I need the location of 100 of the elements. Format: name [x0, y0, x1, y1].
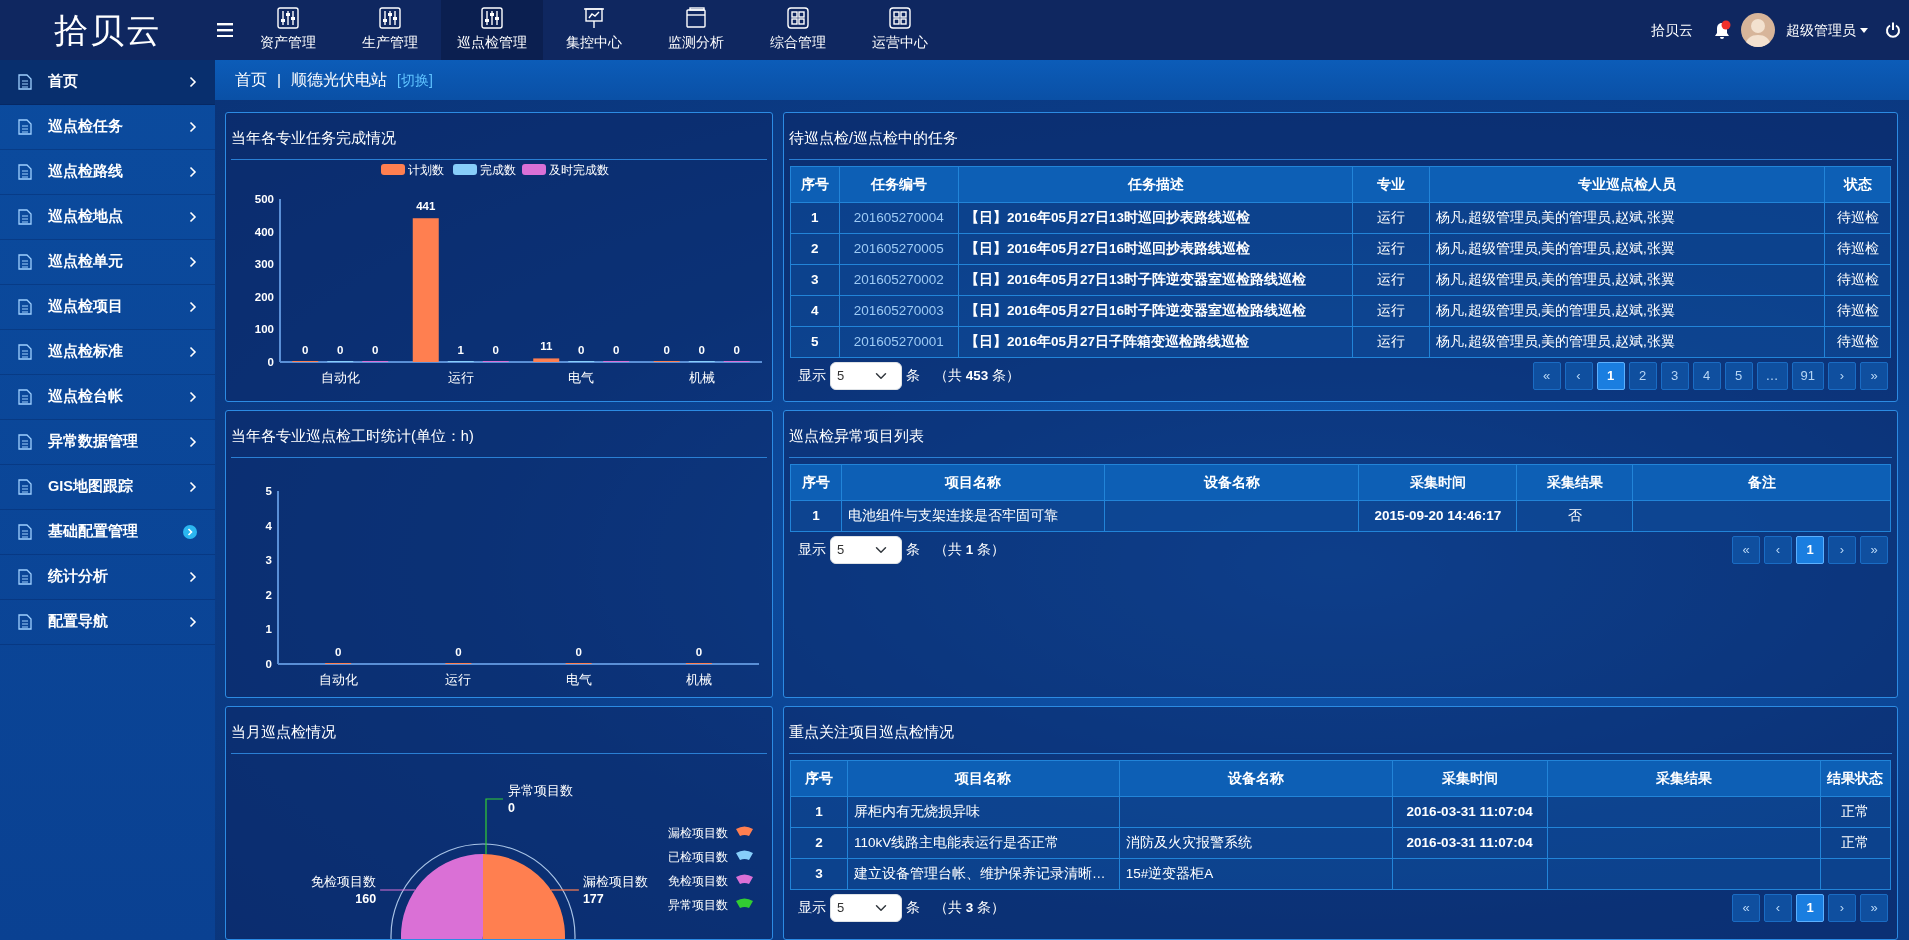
user-menu[interactable]: 超级管理员 — [1785, 18, 1869, 42]
sidebar-item[interactable]: 异常数据管理 — [0, 420, 215, 465]
sidebar-item[interactable]: 巡点检任务 — [0, 105, 215, 150]
table-cell: 110kV线路主电能表运行是否正常 — [847, 827, 1120, 859]
page-button[interactable]: » — [1860, 536, 1888, 564]
table-cell[interactable]: 201605270002 — [839, 264, 959, 296]
page-button[interactable]: « — [1532, 362, 1561, 390]
page-button[interactable]: ‹ — [1764, 536, 1792, 564]
page-size-select[interactable]: 5 — [830, 536, 902, 564]
page-button[interactable]: 91 — [1791, 362, 1824, 390]
panel-title: 当月巡点检情况 — [231, 707, 767, 754]
nav-tab[interactable]: 集控中心 — [543, 0, 645, 60]
nav-tab[interactable]: 资产管理 — [237, 0, 339, 60]
sidebar-item[interactable]: 巡点检单元 — [0, 240, 215, 285]
column-header: 采集结果 — [1516, 464, 1633, 501]
page-button[interactable]: 2 — [1628, 362, 1657, 390]
page-button[interactable]: » — [1860, 362, 1888, 390]
sidebar-item[interactable]: GIS地图跟踪 — [0, 465, 215, 510]
chevron-icon — [189, 301, 197, 313]
page-button[interactable]: 1 — [1796, 894, 1824, 922]
chevron-icon — [189, 616, 197, 628]
total-count: （共 3 条） — [934, 898, 1006, 917]
table-cell: 运行 — [1352, 202, 1430, 234]
sidebar-item[interactable]: 配置导航 — [0, 600, 215, 645]
page-button[interactable]: › — [1828, 362, 1856, 390]
column-header: 项目名称 — [841, 464, 1105, 501]
panel-title: 当年各专业巡点检工时统计(单位：h) — [231, 411, 767, 458]
legend-label: 及时完成数 — [549, 164, 609, 176]
data-label: 0 — [578, 344, 585, 356]
data-label: 免检项目数 — [311, 875, 377, 889]
table-cell: 1 — [790, 796, 848, 828]
nav-tab[interactable]: 生产管理 — [339, 0, 441, 60]
panel-title: 待巡点检/巡点检中的任务 — [789, 113, 1892, 160]
logo: 拾贝云 — [53, 13, 162, 47]
table-cell[interactable]: 201605270001 — [839, 326, 959, 358]
nav-tab[interactable]: 监测分析 — [645, 0, 747, 60]
table-cell[interactable]: 201605270004 — [839, 202, 959, 234]
breadcrumb-link[interactable]: 首页 — [235, 68, 267, 92]
data-label: 0 — [575, 646, 582, 658]
chevron-icon — [189, 481, 197, 493]
table-cell: 杨凡,超级管理员,美的管理员,赵斌,张翼 — [1429, 295, 1825, 327]
table-cell: 5 — [790, 326, 840, 358]
x-tick-label: 运行 — [445, 673, 472, 687]
nav-tab[interactable]: 巡点检管理 — [441, 0, 543, 60]
column-header: 设备名称 — [1119, 760, 1393, 797]
switch-link[interactable]: [切换] — [397, 69, 433, 91]
table-cell: 待巡检 — [1824, 295, 1891, 327]
page-button[interactable]: ‹ — [1764, 894, 1792, 922]
table-cell: 2016-03-31 11:07:04 — [1392, 796, 1548, 828]
legend-label: 异常项目数 — [668, 898, 728, 912]
sidebar-item[interactable]: 巡点检地点 — [0, 195, 215, 240]
page-button[interactable]: ‹ — [1564, 362, 1593, 390]
sidebar-item[interactable]: 基础配置管理 — [0, 510, 215, 555]
sidebar-item[interactable]: 巡点检路线 — [0, 150, 215, 195]
document-icon — [18, 434, 32, 450]
table-cell[interactable]: 201605270005 — [839, 233, 959, 265]
y-tick-label: 300 — [254, 258, 274, 271]
sidebar-item[interactable]: 巡点检标准 — [0, 330, 215, 375]
table-cell: 否 — [1516, 500, 1633, 532]
page-button[interactable]: 4 — [1692, 362, 1721, 390]
table-cell: 2 — [790, 233, 840, 265]
nav-tab[interactable]: 综合管理 — [747, 0, 849, 60]
legend-label: 完成数 — [480, 164, 516, 176]
page-button[interactable]: « — [1732, 536, 1760, 564]
column-header: 状态 — [1824, 166, 1891, 203]
panel-title: 巡点检异常项目列表 — [789, 411, 1892, 458]
document-icon — [18, 389, 32, 405]
page-button[interactable]: … — [1756, 362, 1788, 390]
column-header: 任务描述 — [958, 166, 1353, 203]
sidebar-item[interactable]: 巡点检项目 — [0, 285, 215, 330]
data-label: 0 — [492, 344, 499, 356]
page-size-unit: 条 — [906, 898, 920, 917]
grid-icon — [889, 7, 911, 29]
chevron-icon — [189, 391, 197, 403]
sidebar-item[interactable]: 首页 — [0, 60, 215, 105]
sidebar-item[interactable]: 统计分析 — [0, 555, 215, 600]
page-button[interactable]: 1 — [1796, 536, 1824, 564]
table-cell: 运行 — [1352, 326, 1430, 358]
column-header: 项目名称 — [847, 760, 1120, 797]
page-button[interactable]: 3 — [1660, 362, 1689, 390]
chevron-icon — [189, 571, 197, 583]
page-button[interactable]: › — [1828, 894, 1856, 922]
page-button[interactable]: › — [1828, 536, 1856, 564]
page-button[interactable]: « — [1732, 894, 1760, 922]
document-icon — [18, 119, 32, 135]
page-size-select[interactable]: 5 — [830, 362, 902, 390]
x-tick-label: 自动化 — [318, 673, 358, 687]
page-button[interactable]: 1 — [1596, 362, 1625, 390]
page-size-select[interactable]: 5 — [830, 894, 902, 922]
menu-icon — [217, 23, 233, 37]
page-button[interactable]: » — [1860, 894, 1888, 922]
x-tick-label: 电气 — [565, 673, 592, 687]
page-button[interactable]: 5 — [1724, 362, 1753, 390]
table-cell: 待巡检 — [1824, 233, 1891, 265]
nav-tab[interactable]: 运营中心 — [849, 0, 951, 60]
window-icon — [685, 7, 707, 29]
table-cell[interactable]: 201605270003 — [839, 295, 959, 327]
document-icon — [18, 614, 32, 630]
sidebar-item[interactable]: 巡点检台帐 — [0, 375, 215, 420]
y-tick-label: 1 — [265, 623, 272, 636]
